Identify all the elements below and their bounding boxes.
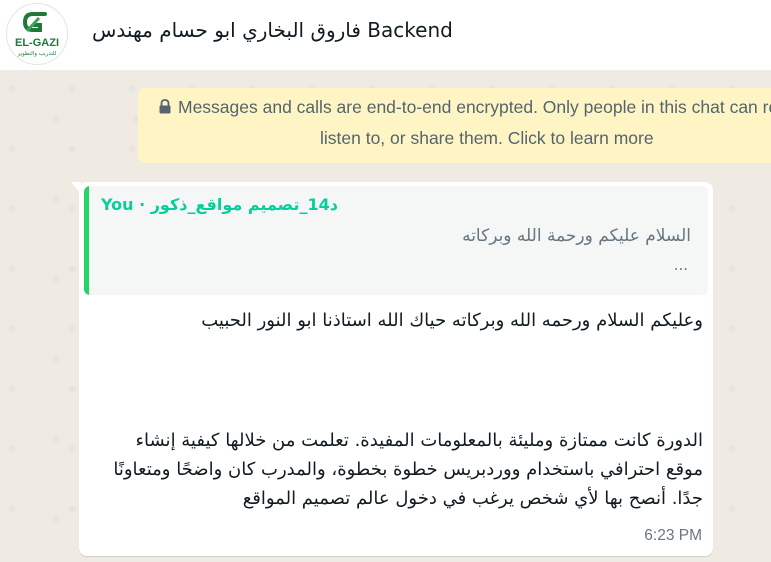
encryption-text-line1: Messages and calls are end-to-end encryp… (178, 97, 771, 117)
quote-ellipsis: ... (673, 256, 688, 274)
message-bubble[interactable]: You · د14_تصميم مواقع_ذكور السلام عليكم … (79, 182, 713, 556)
quote-text: السلام عليكم ورحمة الله وبركاته (462, 226, 691, 246)
chat-header: EL-GAZI للتدريب والتطوير فاروق البخاري ا… (0, 0, 771, 71)
quoted-message[interactable]: You · د14_تصميم مواقع_ذكور السلام عليكم … (84, 186, 708, 295)
el-gazi-logo: EL-GAZI للتدريب والتطوير (15, 12, 59, 57)
chat-messages-area: Messages and calls are end-to-end encryp… (0, 71, 771, 562)
encryption-text-line2: listen to, or share them. Click to learn… (320, 128, 654, 148)
message-time: 6:23 PM (644, 527, 702, 544)
encryption-notice[interactable]: Messages and calls are end-to-end encryp… (138, 88, 771, 163)
contact-avatar[interactable]: EL-GAZI للتدريب والتطوير (6, 3, 68, 65)
svg-text:EL-GAZI: EL-GAZI (15, 37, 59, 49)
message-text-greeting: وعليكم السلام ورحمه الله وبركاته حياك ال… (201, 310, 703, 331)
lock-icon (159, 99, 171, 114)
chat-title[interactable]: فاروق البخاري ابو حسام مهندس Backend (92, 18, 453, 42)
svg-text:للتدريب والتطوير: للتدريب والتطوير (17, 51, 57, 57)
message-text-review: الدورة كانت ممتازة ومليئة بالمعلومات الم… (113, 430, 703, 509)
quote-accent-bar (84, 186, 89, 295)
quote-author: You · د14_تصميم مواقع_ذكور (101, 195, 338, 214)
